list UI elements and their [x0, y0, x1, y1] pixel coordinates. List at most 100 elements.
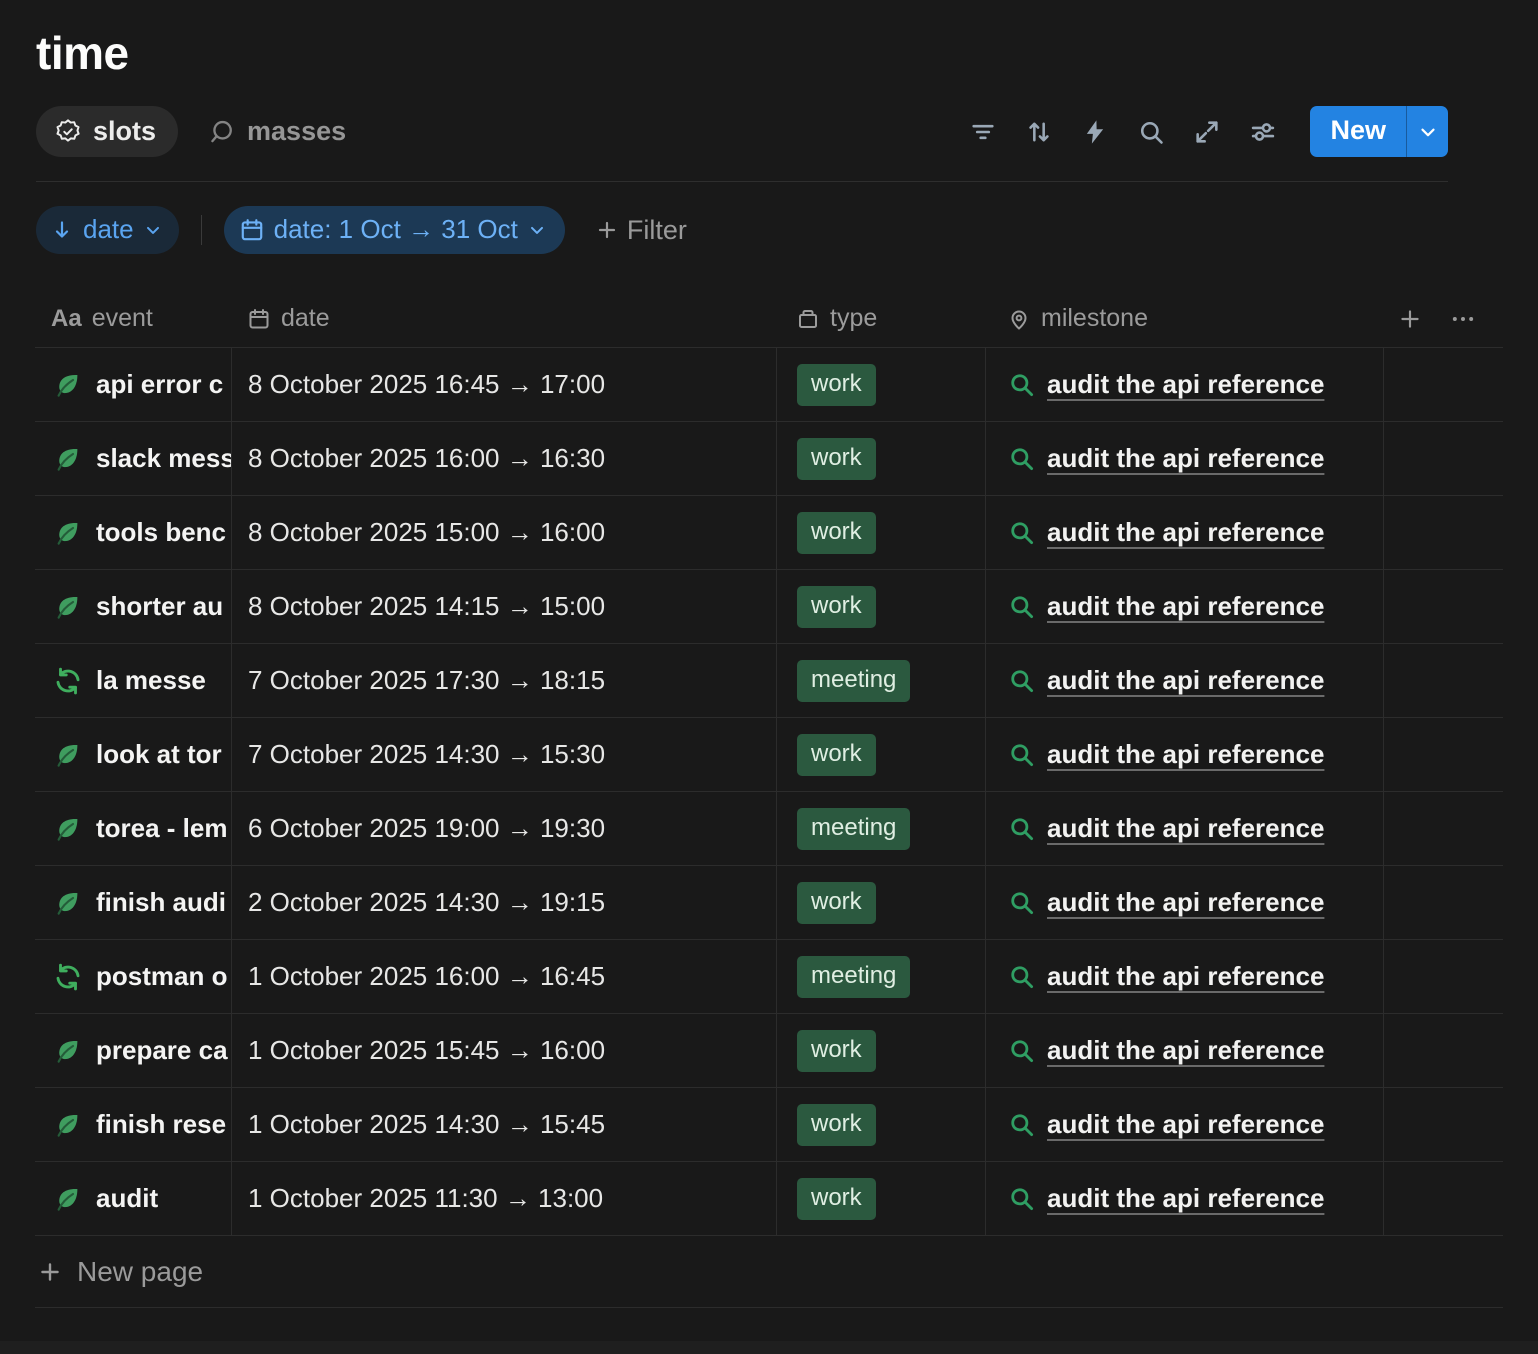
event-cell[interactable]: audit [35, 1162, 231, 1235]
milestone-link[interactable]: audit the api reference [1047, 517, 1324, 548]
column-header-event[interactable]: Aa event [35, 304, 231, 333]
type-cell[interactable]: work [776, 718, 985, 791]
table-row[interactable]: slack mess 8 October 2025 16:00 → 16:30 … [35, 422, 1503, 496]
table-options-button[interactable] [1449, 305, 1477, 333]
event-cell[interactable]: torea - lem [35, 792, 231, 865]
type-cell[interactable]: work [776, 496, 985, 569]
empty-cell [1383, 792, 1503, 865]
search-icon[interactable] [1128, 109, 1174, 155]
type-cell[interactable]: work [776, 348, 985, 421]
milestone-link[interactable]: audit the api reference [1047, 665, 1324, 696]
table-row[interactable]: prepare ca 1 October 2025 15:45 → 16:00 … [35, 1014, 1503, 1088]
new-button[interactable]: New [1310, 106, 1406, 157]
settings-sliders-icon[interactable] [1240, 109, 1286, 155]
date-cell[interactable]: 6 October 2025 19:00 → 19:30 [231, 792, 776, 865]
table-row[interactable]: shorter au 8 October 2025 14:15 → 15:00 … [35, 570, 1503, 644]
sort-icon[interactable] [1016, 109, 1062, 155]
type-cell[interactable]: work [776, 570, 985, 643]
event-cell[interactable]: prepare ca [35, 1014, 231, 1087]
milestone-cell[interactable]: audit the api reference [985, 422, 1383, 495]
sort-pill[interactable]: date [36, 206, 179, 254]
date-cell[interactable]: 2 October 2025 14:30 → 19:15 [231, 866, 776, 939]
event-cell[interactable]: finish rese [35, 1088, 231, 1161]
filter-icon[interactable] [960, 109, 1006, 155]
table-row[interactable]: tools benc 8 October 2025 15:00 → 16:00 … [35, 496, 1503, 570]
event-cell[interactable]: la messe [35, 644, 231, 717]
milestone-link[interactable]: audit the api reference [1047, 813, 1324, 844]
table-row[interactable]: look at tor 7 October 2025 14:30 → 15:30… [35, 718, 1503, 792]
column-header-milestone[interactable]: milestone [985, 304, 1383, 333]
date-cell[interactable]: 1 October 2025 16:00 → 16:45 [231, 940, 776, 1013]
date-cell[interactable]: 1 October 2025 15:45 → 16:00 [231, 1014, 776, 1087]
table-row[interactable]: api error c 8 October 2025 16:45 → 17:00… [35, 348, 1503, 422]
event-cell[interactable]: shorter au [35, 570, 231, 643]
column-header-type[interactable]: type [776, 304, 985, 333]
event-cell[interactable]: slack mess [35, 422, 231, 495]
date-filter-pill[interactable]: date: 1 Oct → 31 Oct [224, 206, 565, 254]
event-cell[interactable]: api error c [35, 348, 231, 421]
milestone-cell[interactable]: audit the api reference [985, 570, 1383, 643]
date-value: 6 October 2025 19:00 → 19:30 [248, 813, 605, 844]
milestone-cell[interactable]: audit the api reference [985, 1088, 1383, 1161]
milestone-cell[interactable]: audit the api reference [985, 866, 1383, 939]
date-cell[interactable]: 7 October 2025 17:30 → 18:15 [231, 644, 776, 717]
table-row[interactable]: la messe 7 October 2025 17:30 → 18:15 me… [35, 644, 1503, 718]
date-cell[interactable]: 1 October 2025 11:30 → 13:00 [231, 1162, 776, 1235]
event-cell[interactable]: look at tor [35, 718, 231, 791]
add-column-button[interactable] [1397, 306, 1423, 332]
bolt-icon[interactable] [1072, 109, 1118, 155]
event-cell[interactable]: postman o [35, 940, 231, 1013]
milestone-link[interactable]: audit the api reference [1047, 1035, 1324, 1066]
type-cell[interactable]: meeting [776, 940, 985, 1013]
add-filter-button[interactable]: Filter [595, 215, 687, 246]
date-cell[interactable]: 7 October 2025 14:30 → 15:30 [231, 718, 776, 791]
tab-slots[interactable]: slots [36, 106, 178, 157]
milestone-cell[interactable]: audit the api reference [985, 718, 1383, 791]
tab-masses[interactable]: masses [208, 116, 346, 147]
type-cell[interactable]: work [776, 866, 985, 939]
milestone-cell[interactable]: audit the api reference [985, 1014, 1383, 1087]
milestone-link[interactable]: audit the api reference [1047, 369, 1324, 400]
new-button-dropdown[interactable] [1406, 106, 1448, 157]
milestone-cell[interactable]: audit the api reference [985, 348, 1383, 421]
event-cell[interactable]: tools benc [35, 496, 231, 569]
date-cell[interactable]: 8 October 2025 16:00 → 16:30 [231, 422, 776, 495]
milestone-link[interactable]: audit the api reference [1047, 887, 1324, 918]
table-row[interactable]: audit 1 October 2025 11:30 → 13:00 work … [35, 1162, 1503, 1236]
new-page-button[interactable]: New page [35, 1236, 1503, 1308]
leaf-icon [53, 1184, 83, 1214]
milestone-link[interactable]: audit the api reference [1047, 1109, 1324, 1140]
empty-cell [1383, 570, 1503, 643]
table-row[interactable]: torea - lem 6 October 2025 19:00 → 19:30… [35, 792, 1503, 866]
milestone-cell[interactable]: audit the api reference [985, 1162, 1383, 1235]
table-row[interactable]: postman o 1 October 2025 16:00 → 16:45 m… [35, 940, 1503, 1014]
milestone-link[interactable]: audit the api reference [1047, 1183, 1324, 1214]
date-cell[interactable]: 8 October 2025 15:00 → 16:00 [231, 496, 776, 569]
milestone-cell[interactable]: audit the api reference [985, 496, 1383, 569]
milestone-link[interactable]: audit the api reference [1047, 961, 1324, 992]
type-cell[interactable]: work [776, 1162, 985, 1235]
type-tag: work [797, 438, 876, 480]
table-row[interactable]: finish audi 2 October 2025 14:30 → 19:15… [35, 866, 1503, 940]
date-cell[interactable]: 8 October 2025 14:15 → 15:00 [231, 570, 776, 643]
column-header-date[interactable]: date [231, 304, 776, 333]
date-cell[interactable]: 8 October 2025 16:45 → 17:00 [231, 348, 776, 421]
milestone-cell[interactable]: audit the api reference [985, 940, 1383, 1013]
leaf-icon [53, 1110, 83, 1140]
milestone-link[interactable]: audit the api reference [1047, 443, 1324, 474]
type-cell[interactable]: meeting [776, 792, 985, 865]
milestone-cell[interactable]: audit the api reference [985, 792, 1383, 865]
date-cell[interactable]: 1 October 2025 14:30 → 15:45 [231, 1088, 776, 1161]
milestone-link[interactable]: audit the api reference [1047, 591, 1324, 622]
repeat-icon [53, 962, 83, 992]
event-cell[interactable]: finish audi [35, 866, 231, 939]
milestone-link[interactable]: audit the api reference [1047, 739, 1324, 770]
table-row[interactable]: finish rese 1 October 2025 14:30 → 15:45… [35, 1088, 1503, 1162]
milestone-cell[interactable]: audit the api reference [985, 644, 1383, 717]
page-title[interactable]: time [36, 0, 1448, 80]
type-cell[interactable]: work [776, 1014, 985, 1087]
type-cell[interactable]: work [776, 422, 985, 495]
type-cell[interactable]: work [776, 1088, 985, 1161]
expand-icon[interactable] [1184, 109, 1230, 155]
type-cell[interactable]: meeting [776, 644, 985, 717]
